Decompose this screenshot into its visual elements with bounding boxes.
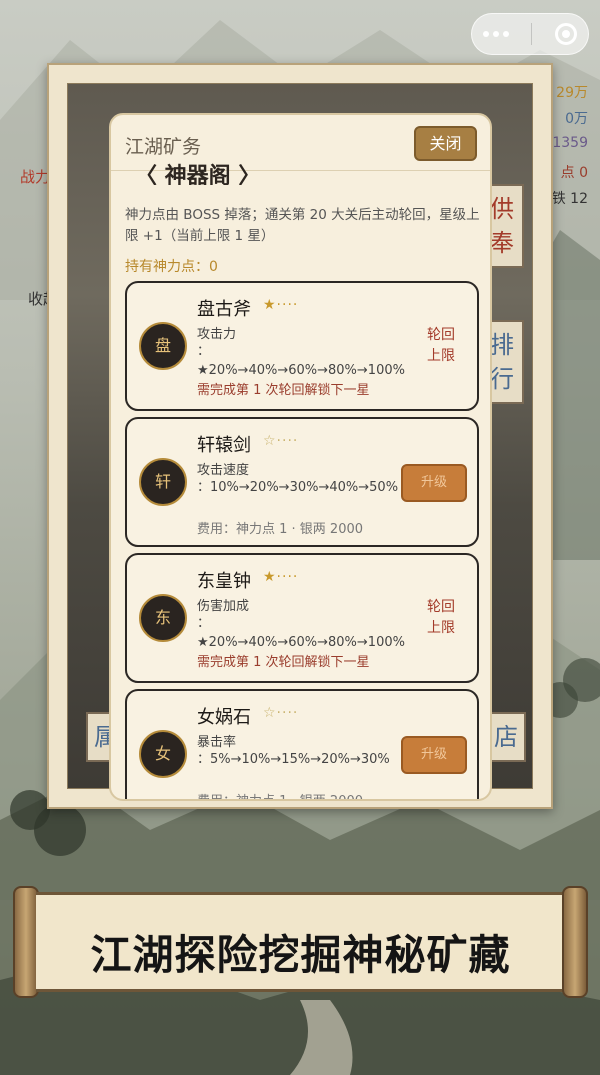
- star-rating-icon: ☆····: [263, 433, 299, 449]
- unlock-note: 需完成第 1 次轮回解锁下一星: [197, 383, 370, 398]
- banner-paper: 江湖探险挖掘神秘矿藏: [36, 892, 565, 992]
- upgrade-cost: 费用：神力点 1 · 银两 2000: [197, 522, 364, 537]
- star-rating-icon: ★····: [263, 297, 299, 313]
- power-label: 战力: [20, 168, 51, 186]
- mine-affairs-modal: 江湖矿务 关闭 〈 神器阁 〉 神力点由 BOSS 掉落；通关第 20 大关后主…: [109, 113, 492, 801]
- artifact-emblem: 轩: [139, 458, 187, 506]
- artifact-progression: ：5%→10%→15%→20%→30%: [197, 752, 390, 767]
- artifact-name: 轩辕剑: [197, 435, 251, 456]
- artifact-progression: ：10%→20%→30%→40%→50%: [197, 480, 399, 495]
- star-rating-icon: ☆····: [263, 705, 299, 721]
- artifact-attribute: 攻击速度: [197, 463, 250, 478]
- modal-title: 江湖矿务: [125, 136, 202, 158]
- tab-shop[interactable]: 店: [486, 712, 526, 762]
- right-stat-3: 1359: [552, 135, 588, 151]
- scroll-roller-right: [562, 886, 588, 998]
- banner-slogan: 江湖探险挖掘神秘矿藏: [90, 931, 511, 979]
- upgrade-button[interactable]: 升级: [401, 464, 467, 502]
- right-stat-2: 0万: [565, 111, 588, 127]
- artifact-card-nuwa-stone: 女 女娲石 ☆···· 暴击率 ：5%→10%→15%→20%→30% 费用：神…: [125, 689, 479, 799]
- miniprogram-capsule: [471, 13, 589, 55]
- artifact-name: 盘古斧: [197, 299, 251, 320]
- promo-scroll-banner: 江湖探险挖掘神秘矿藏: [13, 886, 588, 998]
- circle-close-icon[interactable]: [554, 23, 577, 45]
- artifact-progression: ：★20%→40%→60%→80%→100%: [197, 616, 405, 650]
- artifact-card-pangu-axe: 盘 盘古斧 ★···· 攻击力 ：★20%→40%→60%→80%→100% 需…: [125, 281, 479, 411]
- right-stat-4: 点 0: [560, 165, 588, 181]
- artifact-name: 东皇钟: [197, 571, 251, 592]
- upgrade-cost: 费用：神力点 1 · 银两 2000: [197, 790, 363, 799]
- star-rating-icon: ★····: [263, 569, 299, 585]
- held-points-label: 持有神力点：0: [125, 259, 218, 275]
- reincarnation-cap-status: 轮回上限: [427, 599, 455, 636]
- artifact-progression: ：★20%→40%→60%→80%→100%: [197, 344, 405, 378]
- artifact-card-donghuang-bell: 东 东皇钟 ★···· 伤害加成 ：★20%→40%→60%→80%→100% …: [125, 553, 479, 683]
- capsule-divider: [531, 23, 533, 45]
- artifact-attribute: 暴击率: [197, 735, 237, 750]
- unlock-note: 需完成第 1 次轮回解锁下一星: [197, 655, 370, 670]
- artifact-name: 女娲石: [197, 707, 251, 728]
- reincarnation-cap-status: 轮回上限: [427, 327, 455, 364]
- right-stat-1: 29万: [556, 85, 588, 101]
- artifact-attribute: 伤害加成: [197, 599, 250, 614]
- artifact-emblem: 女: [139, 730, 187, 778]
- artifact-emblem: 盘: [139, 322, 187, 370]
- section-description: 神力点由 BOSS 掉落；通关第 20 大关后主动轮回，星级上限 +1（当前上限…: [125, 207, 480, 244]
- artifact-emblem: 东: [139, 594, 187, 642]
- right-stat-5: 铁 12: [551, 191, 588, 207]
- upgrade-button[interactable]: 升级: [401, 736, 467, 774]
- more-dots-icon[interactable]: [483, 31, 510, 37]
- artifact-attribute: 攻击力: [197, 327, 237, 342]
- close-button[interactable]: 关闭: [414, 126, 477, 161]
- section-title: 〈 神器阁 〉: [135, 164, 261, 185]
- artifact-card-xuanyuan-sword: 轩 轩辕剑 ☆···· 攻击速度 ：10%→20%→30%→40%→50% 费用…: [125, 417, 479, 547]
